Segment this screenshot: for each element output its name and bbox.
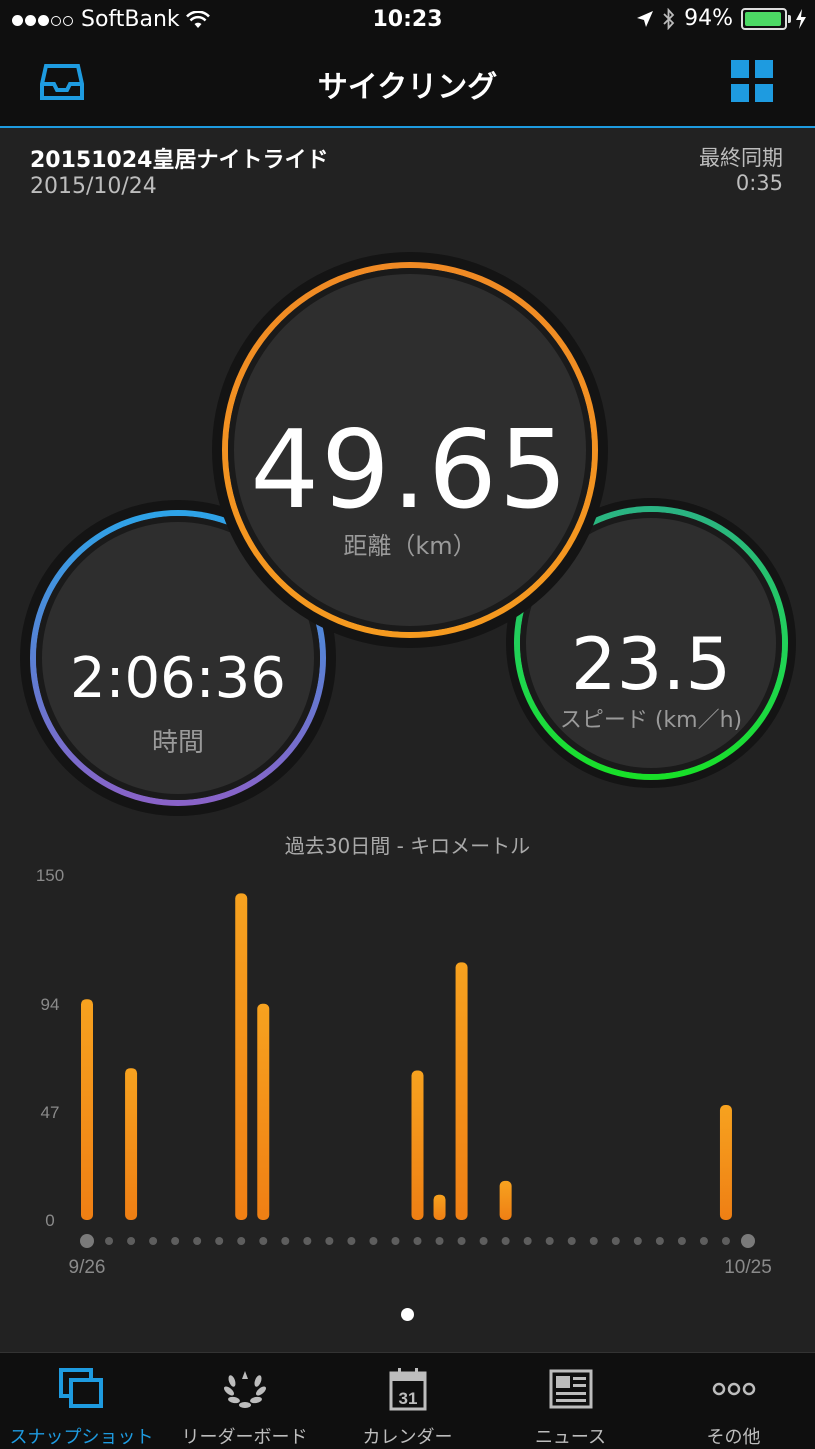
distance-bar-chart[interactable]: 150 94 47 0 9/26 10/25 bbox=[0, 860, 815, 1290]
day-dot bbox=[281, 1237, 290, 1245]
bluetooth-icon bbox=[663, 7, 675, 30]
tab-snapshot[interactable]: スナップショット bbox=[0, 1353, 163, 1449]
day-dot bbox=[127, 1237, 136, 1245]
y-tick-label: 150 bbox=[36, 866, 64, 885]
chart-bar[interactable] bbox=[81, 999, 93, 1220]
chart-bar[interactable] bbox=[719, 1105, 732, 1220]
day-dot bbox=[325, 1237, 334, 1245]
chart-bar[interactable] bbox=[125, 1068, 138, 1220]
distance-circle-inner: 49.65 距離（km） bbox=[228, 268, 592, 632]
day-dot bbox=[237, 1237, 246, 1245]
grid-cell bbox=[755, 84, 773, 102]
day-dot bbox=[149, 1237, 158, 1245]
day-dot bbox=[80, 1234, 94, 1248]
y-tick-label: 0 bbox=[45, 1211, 54, 1230]
day-dot bbox=[545, 1237, 554, 1245]
battery-percent: 94% bbox=[684, 6, 733, 31]
activity-name: 20151024皇居ナイトライド bbox=[30, 148, 329, 173]
status-bar: SoftBank 10:23 94% bbox=[0, 0, 815, 40]
time-value: 2:06:36 bbox=[70, 646, 286, 711]
activity-date: 2015/10/24 bbox=[30, 174, 157, 199]
page-title: サイクリング bbox=[317, 70, 498, 105]
day-dot bbox=[171, 1237, 180, 1245]
day-dot bbox=[589, 1237, 598, 1245]
speed-label: スピード (km／h) bbox=[559, 708, 743, 733]
newspaper-icon bbox=[549, 1369, 592, 1409]
last-sync-label: 最終同期 bbox=[699, 146, 783, 170]
time-label: 時間 bbox=[151, 728, 204, 758]
tab-more[interactable]: その他 bbox=[652, 1353, 815, 1449]
chart-bar[interactable] bbox=[411, 1070, 424, 1221]
calendar-icon: 31 bbox=[389, 1368, 426, 1411]
day-dot bbox=[741, 1234, 755, 1248]
grid-cell bbox=[731, 84, 749, 102]
location-arrow-icon bbox=[637, 10, 654, 27]
battery-icon bbox=[741, 7, 791, 30]
activity-header[interactable]: 20151024皇居ナイトライド 2015/10/24 最終同期 0:35 bbox=[0, 128, 815, 208]
calendar-day-number: 31 bbox=[398, 1389, 417, 1408]
day-dot bbox=[699, 1237, 708, 1245]
day-dot bbox=[259, 1237, 268, 1245]
distance-stat-circle[interactable]: 49.65 距離（km） bbox=[212, 252, 608, 648]
day-dot bbox=[413, 1237, 422, 1245]
y-tick-label: 94 bbox=[41, 995, 60, 1014]
day-dot bbox=[391, 1237, 400, 1245]
tab-label: ニュース bbox=[534, 1427, 607, 1448]
day-dot bbox=[303, 1237, 312, 1245]
distance-value: 49.65 bbox=[250, 408, 570, 533]
charging-bolt-icon bbox=[796, 8, 806, 29]
x-axis-label: 10/25 bbox=[724, 1257, 772, 1278]
more-icon bbox=[712, 1382, 755, 1396]
tab-label: スナップショット bbox=[9, 1427, 154, 1448]
day-dot bbox=[501, 1237, 510, 1245]
day-dot bbox=[215, 1237, 224, 1245]
day-dot bbox=[721, 1237, 730, 1245]
tab-label: その他 bbox=[706, 1427, 761, 1448]
tab-label: リーダーボード bbox=[181, 1427, 308, 1448]
day-dot bbox=[369, 1237, 378, 1245]
y-tick-label: 47 bbox=[41, 1103, 60, 1122]
chart-title: 過去30日間 - キロメートル bbox=[284, 834, 531, 858]
distance-label: 距離（km） bbox=[343, 532, 477, 560]
grid-cell bbox=[755, 60, 773, 78]
day-dot bbox=[523, 1237, 532, 1245]
last-sync-time: 0:35 bbox=[735, 171, 783, 195]
speed-value: 23.5 bbox=[570, 622, 732, 706]
day-dot bbox=[633, 1237, 642, 1245]
chart-bar[interactable] bbox=[499, 1180, 512, 1220]
day-dot bbox=[567, 1237, 576, 1245]
chart-bar[interactable] bbox=[455, 962, 468, 1220]
chart-bar[interactable] bbox=[433, 1194, 446, 1220]
day-dot bbox=[435, 1237, 444, 1245]
chart-bar[interactable] bbox=[235, 893, 248, 1220]
day-dot bbox=[611, 1237, 620, 1245]
day-dot bbox=[193, 1237, 202, 1245]
grid-cell bbox=[731, 60, 749, 78]
tab-leaderboard[interactable]: リーダーボード bbox=[163, 1353, 326, 1449]
nav-bar: サイクリング bbox=[0, 40, 815, 128]
day-dot bbox=[655, 1237, 664, 1245]
laurel-icon bbox=[223, 1371, 266, 1408]
tab-bar: スナップショット リーダーボード 31 カレンダー ニュース その他 bbox=[0, 1352, 815, 1449]
chart-bar[interactable] bbox=[257, 1003, 270, 1220]
snapshot-icon bbox=[58, 1368, 103, 1408]
tab-label: カレンダー bbox=[362, 1427, 453, 1448]
page-indicator-dot bbox=[401, 1308, 414, 1321]
tab-calendar[interactable]: 31 カレンダー bbox=[326, 1353, 489, 1449]
day-dot bbox=[105, 1237, 114, 1245]
day-dot bbox=[677, 1237, 686, 1245]
day-dot bbox=[347, 1237, 356, 1245]
day-dot bbox=[457, 1237, 466, 1245]
tab-news[interactable]: ニュース bbox=[489, 1353, 652, 1449]
widgets-grid-icon[interactable] bbox=[731, 60, 773, 102]
day-dot bbox=[479, 1237, 488, 1245]
x-axis-label: 9/26 bbox=[69, 1257, 106, 1278]
